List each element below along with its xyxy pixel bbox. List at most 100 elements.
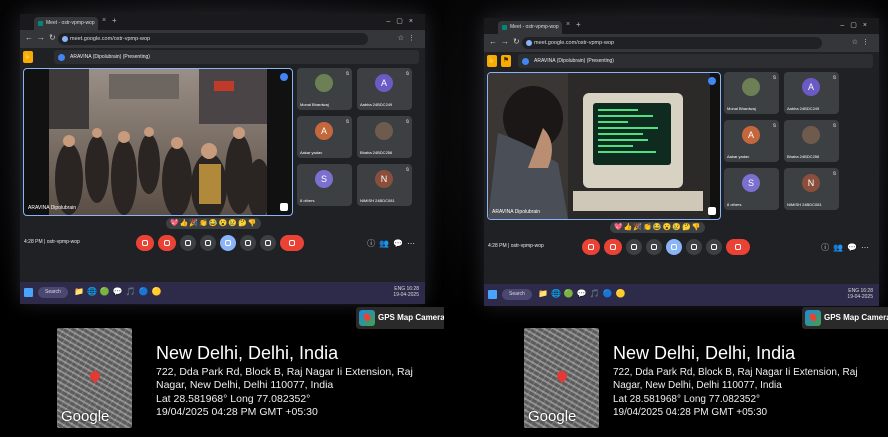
present-button[interactable] (220, 235, 236, 251)
new-tab-icon[interactable]: + (112, 16, 117, 25)
start-icon[interactable] (24, 288, 33, 297)
presenting-bar: ARAVINA (Dipolubrain) (Presenting) (54, 50, 419, 64)
meet-side-icons[interactable]: ⓘ👥💬⋯ (821, 242, 873, 253)
meet-favicon-icon (38, 21, 43, 26)
more-options-icon[interactable] (280, 203, 288, 211)
participant-tile[interactable]: N ⍉ NIMISH 24BDC081 (357, 164, 412, 206)
leave-call-button[interactable] (726, 239, 750, 255)
emoji-button[interactable] (646, 239, 662, 255)
nav-buttons[interactable]: ←→↻ (489, 37, 524, 46)
emoji-button[interactable] (200, 235, 216, 251)
pin-icon[interactable] (280, 73, 288, 81)
participant-tile[interactable]: A ⍉ Aakar yadav (297, 116, 352, 158)
browser-menu-icons[interactable]: ☆⋮ (398, 34, 419, 42)
avatar (802, 126, 820, 144)
participant-name: Monal Bhardwaj (300, 102, 329, 107)
captions-button[interactable] (180, 235, 196, 251)
mic-off-icon: ⍉ (405, 71, 409, 77)
meet-favicon-icon (502, 25, 507, 30)
meet-side-icons[interactable]: ⓘ👥💬⋯ (367, 238, 419, 249)
participant-tile[interactable]: ⍉ Bhaha 24BDC256 (784, 120, 839, 162)
mic-off-icon: ⍉ (772, 123, 776, 129)
participant-tile[interactable]: N ⍉ NIMISH 24BDC081 (784, 168, 839, 210)
nav-buttons[interactable]: ←→↻ (25, 33, 60, 42)
captions-button[interactable] (626, 239, 642, 255)
stage-label: ARAVINA Dipolubrain (492, 209, 540, 215)
window-controls[interactable]: –▢× (386, 17, 419, 25)
address-bar-row: ←→↻ meet.google.com/ostr-vpmp-wop ☆⋮ (484, 34, 879, 52)
hand-icon[interactable]: ✋ (487, 55, 497, 67)
avatar: S (742, 174, 760, 192)
close-tab-icon[interactable]: × (566, 21, 570, 28)
present-button[interactable] (666, 239, 682, 255)
window-controls[interactable]: –▢× (840, 21, 873, 29)
location-details: 722, Dda Park Rd, Block B, Raj Nagar Ii … (613, 366, 858, 420)
clock-date: 19-04-2025 (393, 292, 419, 298)
more-button[interactable] (260, 235, 276, 251)
reaction-bar[interactable]: 💖👍🎉👏😂😮😢🤔👎 (610, 222, 706, 233)
taskbar-apps[interactable]: 📁🌐🟢💬🎵🔵🟡 (74, 287, 165, 296)
google-logo: Google (528, 408, 577, 425)
reaction-bar[interactable]: 💖👍🎉👏😂😮😢🤔👎 (166, 218, 262, 229)
google-logo: Google (61, 408, 110, 425)
participant-tile[interactable]: ⍉ Monal Bhardwaj (724, 72, 779, 114)
mic-button[interactable] (136, 235, 154, 251)
more-options-icon[interactable] (708, 207, 716, 215)
address-line-2: Nagar, New Delhi, Delhi 110077, India (613, 380, 782, 392)
participant-tile[interactable]: A ⍉ Aabha 24BDC249 (357, 68, 412, 110)
mic-off-icon: ⍉ (832, 123, 836, 129)
camera-button[interactable] (604, 239, 622, 255)
location-pin-icon (557, 371, 567, 384)
participant-tile[interactable]: S 8 others (724, 168, 779, 210)
browser-tab[interactable]: Meet - ostr-vpmp-wop (498, 21, 562, 34)
raise-hand-button[interactable] (240, 235, 256, 251)
browser-tab-bar: Meet - ostr-vpmp-wop × + –▢× (20, 14, 425, 30)
presenter-avatar (58, 54, 65, 61)
site-info-icon[interactable] (526, 40, 532, 46)
participant-tile[interactable]: ⍉ Monal Bhardwaj (297, 68, 352, 110)
laptop-screen: Meet - ostr-vpmp-wop × + –▢× ←→↻ meet.go… (484, 18, 879, 306)
map-thumbnail: Google (57, 328, 132, 428)
camera-button[interactable] (158, 235, 176, 251)
browser-tab[interactable]: Meet - ostr-vpmp-wop (34, 17, 98, 30)
browser-menu-icons[interactable]: ☆⋮ (852, 38, 873, 46)
participant-tile[interactable]: A ⍉ Aakar yadav (724, 120, 779, 162)
coordinates-line: Lat 28.581968° Long 77.082352° (613, 393, 761, 405)
activities-icon[interactable]: ⚑ (501, 55, 511, 67)
mic-off-icon: ⍉ (832, 171, 836, 177)
more-button[interactable] (706, 239, 722, 255)
avatar: N (375, 170, 393, 188)
gps-camera-badge: GPS Map Camera (802, 307, 888, 329)
site-info-icon[interactable] (62, 36, 68, 42)
gps-camera-label: GPS Map Camera (824, 313, 888, 322)
system-tray[interactable]: ENG 16:28 19-04-2025 (393, 286, 419, 298)
url-field[interactable]: meet.google.com/ostr-vpmp-wop (522, 37, 822, 49)
system-tray[interactable]: ENG 16:28 19-04-2025 (847, 288, 873, 300)
participant-tile[interactable]: A ⍉ Aabha 24BDC249 (784, 72, 839, 114)
pin-icon[interactable] (708, 77, 716, 85)
browser-tab-bar: Meet - ostr-vpmp-wop × + –▢× (484, 18, 879, 34)
taskbar-search[interactable]: Search (502, 289, 532, 300)
new-tab-icon[interactable]: + (576, 20, 581, 29)
participant-tile[interactable]: ⍉ Bhaha 24BDC256 (357, 116, 412, 158)
taskbar-apps[interactable]: 📁🌐🟢💬🎵🔵🟡 (538, 289, 629, 298)
hand-icon[interactable]: ✋ (23, 51, 33, 63)
avatar: S (315, 170, 333, 188)
participant-name: Bhaha 24BDC256 (787, 154, 820, 159)
presenting-label: ARAVINA (Dipolubrain) (Presenting) (534, 58, 614, 64)
meet-window: ✋ ARAVINA (Dipolubrain) (Presenting) ARA… (20, 48, 425, 282)
present-controls: ✋ (23, 51, 45, 65)
raise-hand-button[interactable] (686, 239, 702, 255)
mic-button[interactable] (582, 239, 600, 255)
meet-controls-row: 4:28 PM | ostr-vpmp-wop ⓘ👥💬⋯ (484, 238, 879, 258)
leave-call-button[interactable] (280, 235, 304, 251)
start-icon[interactable] (488, 290, 497, 299)
location-title: New Delhi, Delhi, India (156, 343, 339, 363)
url-field[interactable]: meet.google.com/ostr-vpmp-wop (58, 33, 368, 45)
tab-title: Meet - ostr-vpmp-wop (46, 20, 95, 26)
close-tab-icon[interactable]: × (102, 17, 106, 24)
participant-tile[interactable]: S 8 others (297, 164, 352, 206)
address-line-1: 722, Dda Park Rd, Block B, Raj Nagar Ii … (613, 367, 858, 378)
participant-name: Aabha 24BDC249 (360, 102, 393, 107)
taskbar-search[interactable]: Search (38, 287, 68, 298)
